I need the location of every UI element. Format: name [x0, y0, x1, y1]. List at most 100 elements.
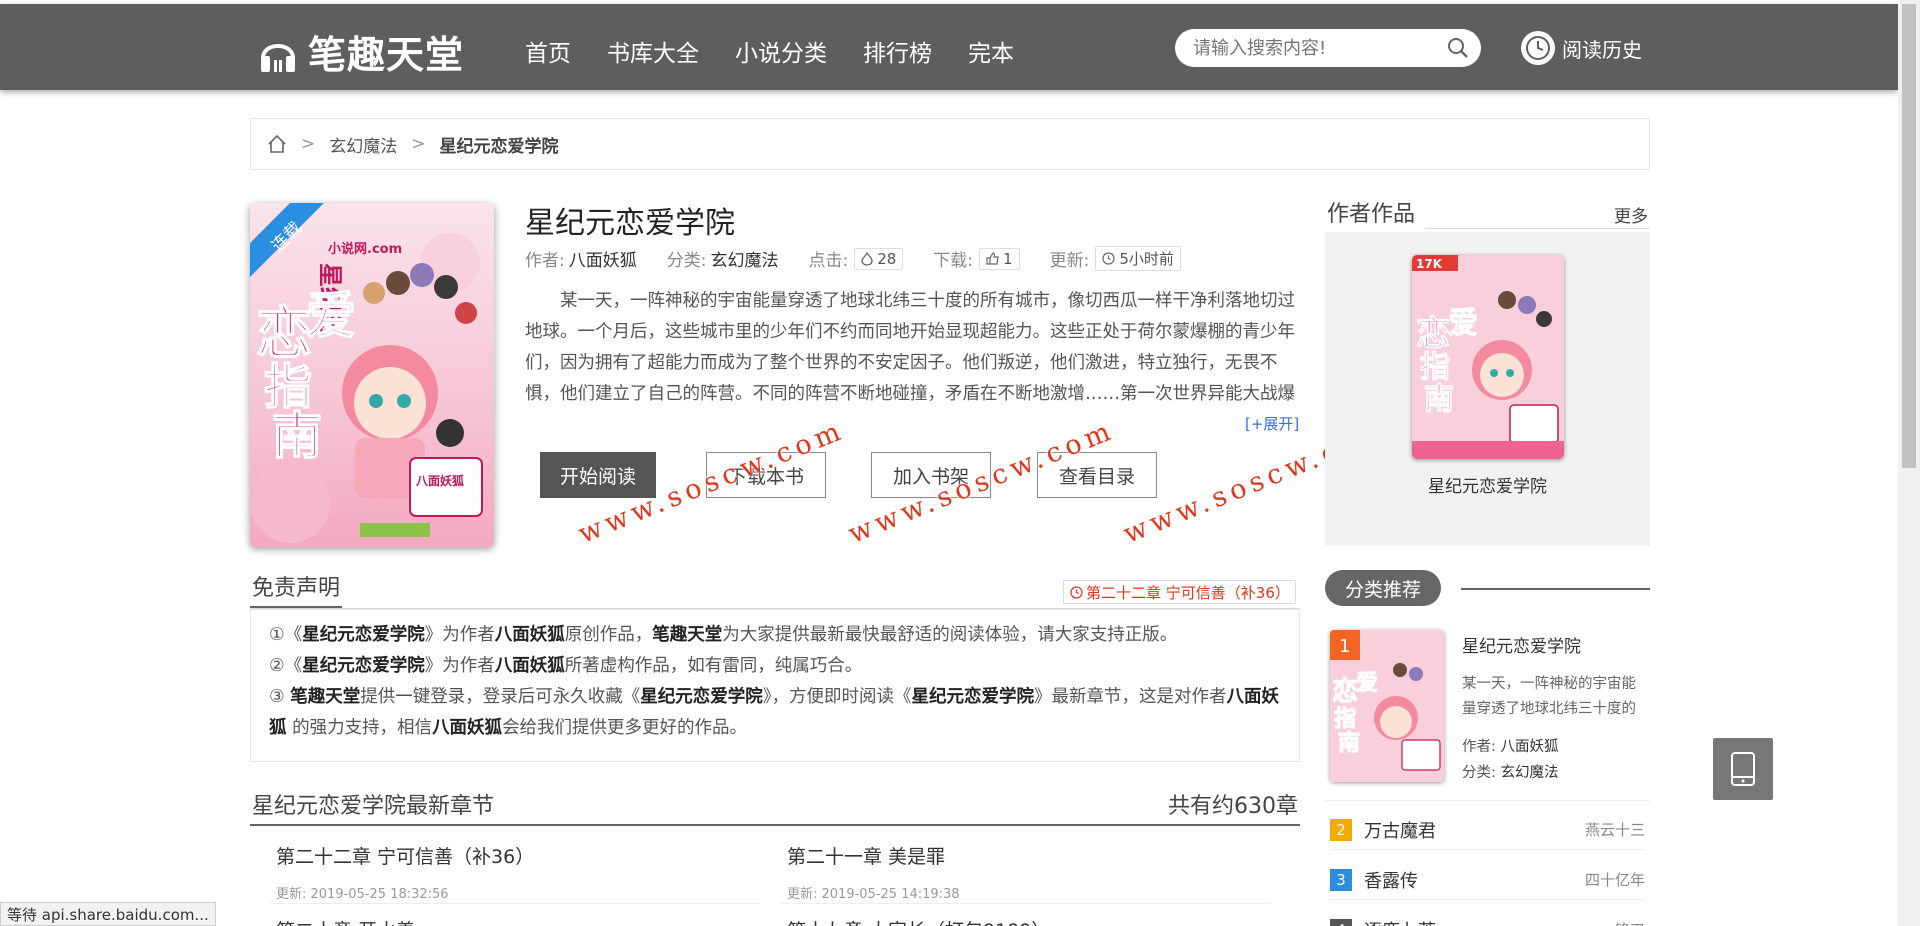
- chapter-link[interactable]: 第二十二章 宁可信善（补36）: [276, 842, 534, 869]
- clicks-badge: 28: [854, 247, 904, 270]
- clock-small-icon: [1070, 585, 1083, 599]
- nav-home[interactable]: 首页: [525, 34, 571, 68]
- divider: [781, 903, 1271, 904]
- text: 原创作品，: [564, 625, 653, 645]
- updated-value: 5小时前: [1119, 250, 1174, 268]
- book-description: 某一天，一阵神秘的宇宙能量穿透了地球北纬三十度的所有城市，像切西瓜一样干净利落地…: [525, 291, 1295, 404]
- more-link[interactable]: 更多: [1614, 202, 1648, 227]
- chapter-link[interactable]: 第二十章 开水善: [276, 916, 415, 926]
- site-header: 笔趣天堂 首页 书库大全 小说分类 排行榜 完本 阅读历史: [0, 4, 1898, 90]
- book-name: 星纪元恋爱学院: [302, 625, 425, 645]
- cover-badge: 八面妖狐: [415, 473, 464, 488]
- reading-history-link[interactable]: 阅读历史: [1520, 30, 1642, 66]
- chapter-link[interactable]: 第二十一章 美是罪: [787, 842, 945, 869]
- rank-list-item[interactable]: 4 逐鹿九荒 锋刃: [1330, 910, 1645, 926]
- book-name: 星纪元恋爱学院: [302, 656, 425, 676]
- scrollbar-thumb[interactable]: [1902, 4, 1916, 468]
- search-icon[interactable]: [1447, 37, 1469, 59]
- search-box: [1175, 29, 1481, 67]
- nav-library[interactable]: 书库大全: [607, 34, 699, 68]
- headphones-icon: [261, 43, 295, 72]
- cover-char: 爱: [1448, 306, 1478, 341]
- recommend-book-desc: 某一天，一阵神秘的宇宙能量穿透了地球北纬三十度的: [1462, 676, 1636, 717]
- expand-description-link[interactable]: [+展开]: [1245, 413, 1299, 434]
- chapter-time: 更新: 2019-05-25 18:32:56: [276, 887, 449, 902]
- book-meta: 作者: 八面妖狐 分类: 玄幻魔法 点击: 28 下载: 1 更新: 5小时前: [525, 246, 1211, 271]
- category-label: 分类:: [1462, 765, 1496, 781]
- category-recommend-title: 分类推荐: [1325, 570, 1441, 606]
- recommend-book-name[interactable]: 星纪元恋爱学院: [1462, 632, 1581, 657]
- search-input[interactable]: [1193, 35, 1433, 61]
- clicks-label: 点击:: [808, 251, 849, 271]
- breadcrumb: > 玄幻魔法 > 星纪元恋爱学院: [250, 118, 1650, 170]
- text: 为大家提供最新最快最舒适的阅读体验，请大家支持正版。: [722, 625, 1178, 645]
- home-icon[interactable]: [267, 134, 287, 154]
- nav-rankings[interactable]: 排行榜: [863, 34, 932, 68]
- latest-chapter-tag[interactable]: 第二十二章 宁可信善（补36）: [1063, 580, 1296, 604]
- author-works-header: 作者作品 更多: [1325, 196, 1650, 234]
- browser-status-bar: 等待 api.share.baidu.com...: [0, 902, 216, 926]
- cover-char: 指: [1420, 350, 1450, 385]
- site-name: 笔趣天堂: [308, 33, 465, 77]
- text: ②《: [269, 656, 303, 676]
- author-work-name[interactable]: 星纪元恋爱学院: [1325, 472, 1650, 497]
- author-label: 作者:: [525, 251, 565, 271]
- recommend-category: 分类: 玄幻魔法: [1462, 761, 1559, 782]
- clicks-value: 28: [877, 249, 897, 268]
- chapter-time: 更新: 2019-05-25 14:19:38: [787, 887, 960, 902]
- author-value[interactable]: 八面妖狐: [1501, 739, 1559, 755]
- rank-list-item[interactable]: 2 万古魔君 燕云十三: [1330, 810, 1645, 850]
- cover-char: 恋: [1332, 676, 1358, 707]
- book-cover[interactable]: 小说网.com 星纪元 恋 爱 指 南 八面妖狐 连载: [250, 203, 494, 547]
- cover-brand: 小说网.com: [328, 241, 402, 257]
- clock-small-icon: [1102, 252, 1115, 265]
- cover-art: 恋 爱 指 南 1: [1330, 630, 1444, 782]
- site-logo[interactable]: 笔趣天堂: [258, 24, 464, 79]
- breadcrumb-separator: >: [411, 134, 426, 154]
- rank-book-name[interactable]: 万古魔君: [1364, 817, 1436, 843]
- start-reading-button[interactable]: 开始阅读: [540, 452, 656, 498]
- svg-text:17K: 17K: [1416, 257, 1443, 271]
- text: ③: [269, 687, 291, 707]
- text: 会给我们提供更多更好的作品。: [502, 718, 748, 738]
- cover-char: 爱: [1356, 670, 1378, 696]
- rank-book-name[interactable]: 香露传: [1364, 867, 1418, 893]
- cover-char: 指: [1334, 706, 1356, 732]
- category-link[interactable]: 玄幻魔法: [710, 246, 778, 271]
- chapters-count: 共有约630章: [1168, 794, 1298, 819]
- recommend-cover[interactable]: 恋 爱 指 南 1: [1330, 630, 1444, 782]
- page-scrollbar[interactable]: [1898, 0, 1920, 926]
- author-label: 作者:: [1462, 739, 1496, 755]
- category-label: 分类:: [666, 251, 707, 271]
- recommend-author: 作者: 八面妖狐: [1462, 735, 1559, 756]
- divider: [1325, 800, 1650, 801]
- rank-list-item[interactable]: 3 香露传 四十亿年: [1330, 860, 1645, 900]
- disclaimer-title: 免责声明: [250, 570, 343, 608]
- downloads-label: 下载:: [933, 251, 974, 271]
- downloads-value: 1: [1003, 249, 1013, 268]
- author-link[interactable]: 八面妖狐: [569, 246, 637, 271]
- book-name: 星纪元恋爱学院: [911, 687, 1035, 707]
- book-name: 星纪元恋爱学院: [640, 687, 763, 707]
- rank-number: 3: [1330, 868, 1352, 891]
- category-value[interactable]: 玄幻魔法: [1501, 765, 1559, 781]
- rank-number: 1: [1339, 636, 1350, 657]
- chapter-link[interactable]: 第十九章 大家长（打包9199）: [787, 916, 1050, 926]
- latest-chapter-name: 第二十二章 宁可信善（补36）: [1086, 583, 1290, 602]
- chapters-header: 星纪元恋爱学院最新章节 共有约630章: [250, 790, 1300, 826]
- breadcrumb-category[interactable]: 玄幻魔法: [329, 132, 397, 157]
- mobile-view-button[interactable]: [1713, 738, 1773, 800]
- disclaimer-line: ①《星纪元恋爱学院》为作者八面妖狐原创作品，笔趣天堂为大家提供最新最快最舒适的阅…: [269, 620, 1281, 651]
- nav-categories[interactable]: 小说分类: [735, 34, 827, 68]
- rank-book-author: 锋刃: [1615, 919, 1645, 926]
- rank-book-author: 四十亿年: [1584, 871, 1645, 889]
- updated-label: 更新:: [1049, 251, 1090, 271]
- thumbs-up-icon: [986, 252, 999, 265]
- author-works-box: 17K 恋 爱 指 南 星纪元恋爱学院: [1325, 232, 1650, 546]
- nav-completed[interactable]: 完本: [968, 34, 1014, 68]
- author-work-cover[interactable]: 17K 恋 爱 指 南: [1412, 255, 1564, 459]
- rank-book-name[interactable]: 逐鹿九荒: [1364, 917, 1436, 926]
- site-name: 笔趣天堂: [290, 687, 361, 707]
- book-title: 星纪元恋爱学院: [525, 206, 735, 241]
- cover-char: 恋: [1416, 314, 1450, 354]
